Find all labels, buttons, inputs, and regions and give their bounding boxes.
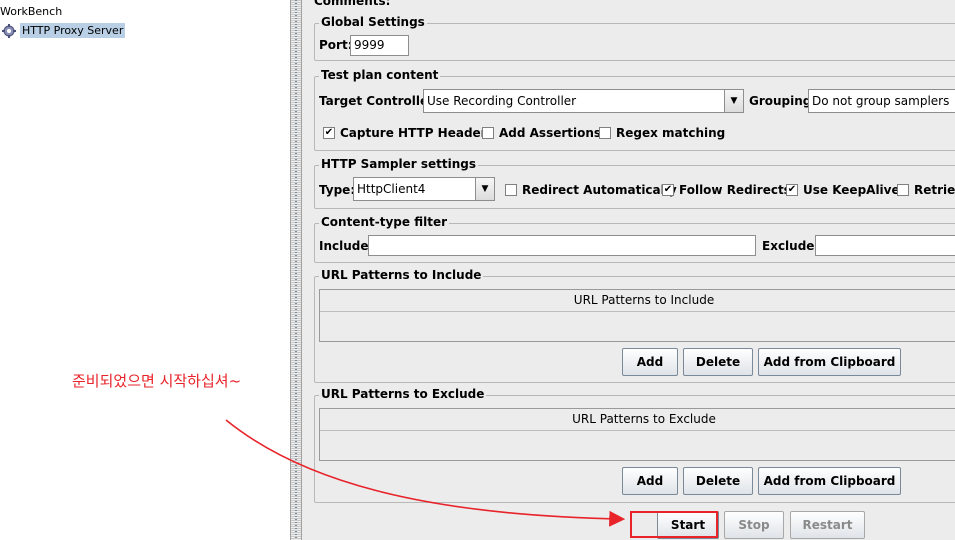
annotation-arrow-icon — [225, 419, 626, 527]
